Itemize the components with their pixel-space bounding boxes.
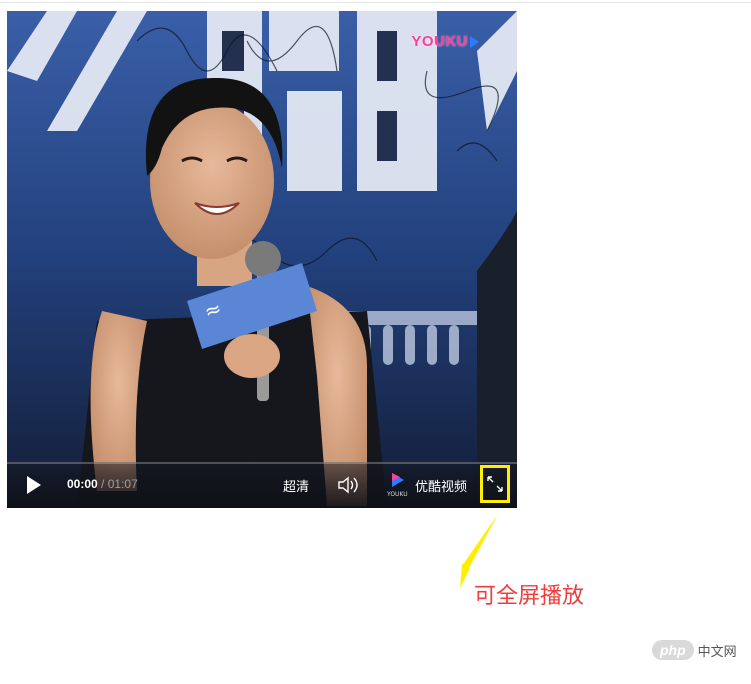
youku-logo-text: YOUKU (411, 33, 468, 50)
watermark-label: 中文网 (697, 644, 737, 660)
total-time: 01:07 (107, 477, 138, 491)
video-frame[interactable]: ≈ (7, 11, 517, 508)
fullscreen-annotation: 可全屏播放 (474, 584, 585, 609)
page: ≈ YOUKU 00:00 / 01:07 超清 YOUKU 优酷视频 可全屏播… (0, 0, 751, 684)
quality-button[interactable]: 超清 (283, 476, 309, 495)
top-divider (0, 2, 751, 3)
video-player[interactable]: ≈ YOUKU 00:00 / 01:07 超清 YOUKU 优酷视频 (7, 11, 517, 508)
player-control-bar: 00:00 / 01:07 超清 YOUKU 优酷视频 (7, 462, 517, 508)
time-display: 00:00 / 01:07 (67, 477, 138, 491)
youku-logo-icon: YOUKU (387, 472, 409, 498)
volume-icon (338, 476, 358, 494)
youku-watermark-logo: YOUKU (411, 33, 479, 50)
brand-mini-text: YOUKU (387, 491, 408, 498)
time-separator: / (101, 477, 105, 491)
progress-bar[interactable] (7, 462, 517, 464)
brand-label: 优酷视频 (415, 479, 468, 495)
youku-brand-link[interactable]: YOUKU 优酷视频 (387, 470, 467, 500)
current-time: 00:00 (67, 477, 98, 491)
fullscreen-button[interactable] (480, 465, 510, 503)
fullscreen-icon (487, 476, 503, 492)
site-watermark: php 中文网 (652, 640, 737, 660)
watermark-badge: php (652, 640, 694, 660)
play-icon (27, 476, 41, 494)
play-button[interactable] (25, 475, 43, 495)
volume-button[interactable] (337, 475, 361, 495)
youku-play-icon (470, 35, 479, 48)
